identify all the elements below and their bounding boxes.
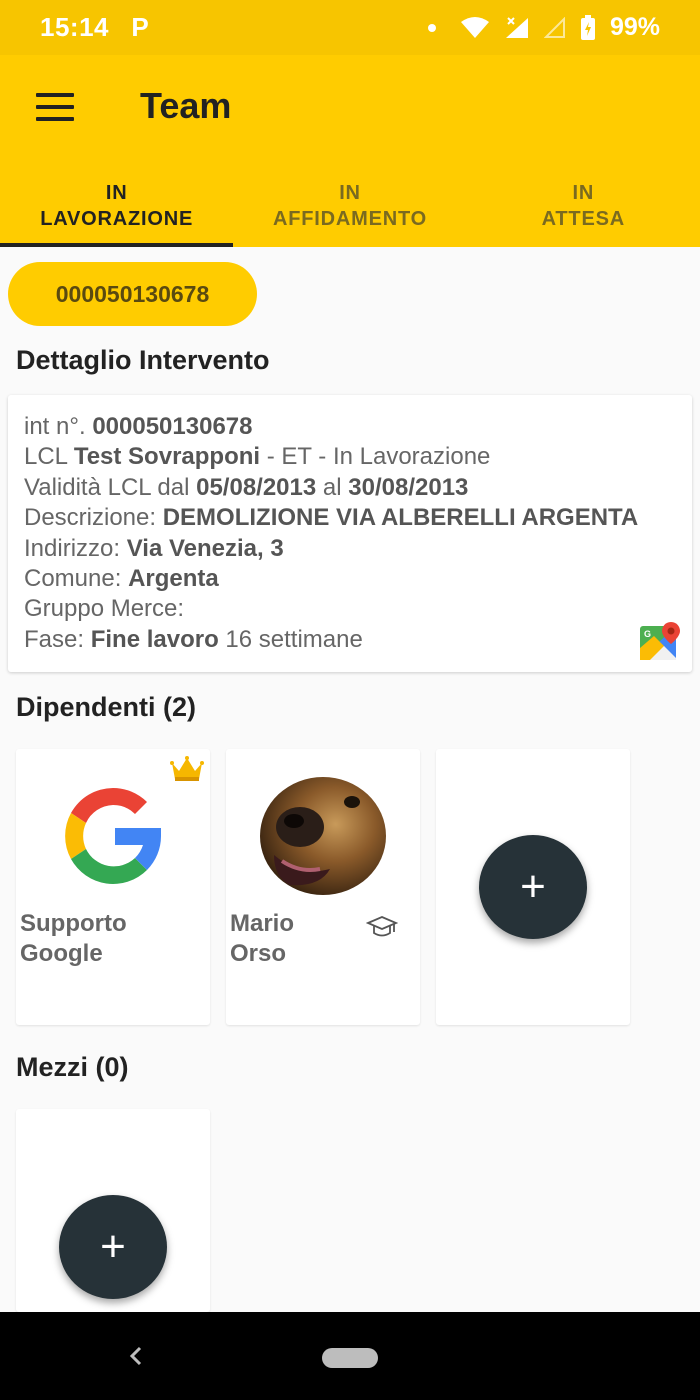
graduation-cap-icon — [366, 916, 398, 937]
fase-suffix: 16 settimane — [225, 625, 363, 653]
add-employee-button[interactable]: + — [479, 835, 587, 939]
validity-from: 05/08/2013 — [196, 473, 317, 501]
employee-card[interactable]: Mario Orso — [226, 749, 420, 1025]
signal-icon — [505, 16, 528, 38]
notification-dot-icon — [427, 23, 436, 32]
fase-label: Fase: — [24, 625, 85, 653]
parking-icon: P — [131, 12, 149, 42]
employee-name: Supporto Google — [20, 909, 160, 969]
validity-label: Validità LCL dal — [24, 473, 190, 501]
home-pill-button[interactable] — [322, 1348, 378, 1368]
employee-card[interactable]: Supporto Google — [16, 749, 210, 1025]
navigation-bar — [0, 1312, 700, 1400]
validity-to: 30/08/2013 — [348, 473, 469, 501]
detail-comune-line: Comune: Argenta — [24, 564, 676, 594]
menu-icon[interactable] — [36, 93, 74, 121]
detail-int-line: int n°. 000050130678 — [24, 412, 676, 442]
employee-last-name: Google — [20, 940, 103, 967]
svg-text:G: G — [644, 629, 651, 639]
fase-value: Fine lavoro — [90, 625, 219, 653]
tab-label-line2: ATTESA — [541, 208, 625, 230]
tab-bar: IN LAVORAZIONE IN AFFIDAMENTO IN ATTESA — [0, 175, 700, 247]
int-value: 000050130678 — [92, 413, 253, 440]
app-bar: Team IN LAVORAZIONE IN AFFIDAMENTO IN AT… — [0, 55, 700, 247]
battery-percentage: 99% — [609, 13, 660, 41]
employee-name: Mario Orso — [230, 909, 370, 969]
crown-icon — [170, 756, 204, 781]
employees-section-title: Dipendenti (2) — [16, 692, 196, 722]
detail-fase-line: Fase: Fine lavoro 16 settimane — [24, 625, 676, 655]
tab-label-line1: IN — [339, 182, 361, 204]
int-label: int n°. — [24, 413, 86, 440]
google-maps-icon[interactable]: G — [640, 622, 682, 662]
employee-first-name: Mario — [230, 910, 295, 937]
add-vehicle-button[interactable]: + — [59, 1195, 167, 1299]
status-icons: 99% — [427, 13, 660, 42]
detail-lcl-line: LCL Test Sovrapponi - ET - In Lavorazion… — [24, 442, 676, 472]
comune-label: Comune: — [24, 565, 122, 593]
add-employee-card: + — [436, 749, 630, 1025]
tab-in-affidamento[interactable]: IN AFFIDAMENTO — [233, 175, 466, 247]
descrizione-label: Descrizione: — [24, 504, 157, 532]
detail-descrizione-line: Descrizione: DEMOLIZIONE VIA ALBERELLI A… — [24, 503, 676, 533]
status-time: 15:14 — [40, 12, 109, 42]
battery-charging-icon — [580, 14, 595, 40]
indirizzo-label: Indirizzo: — [24, 534, 121, 562]
employee-last-name: Orso — [230, 940, 287, 967]
tab-label-line2: LAVORAZIONE — [40, 208, 194, 230]
back-icon[interactable] — [126, 1342, 146, 1370]
gruppo-label: Gruppo Merce: — [24, 595, 185, 623]
status-bar: 15:14 P 99% — [0, 0, 700, 55]
descrizione-value: DEMOLIZIONE VIA ALBERELLI ARGENTA — [162, 504, 639, 532]
lcl-label: LCL — [24, 443, 68, 471]
tab-label-line1: IN — [572, 182, 595, 204]
validity-al: al — [322, 473, 342, 501]
tab-label-line2: AFFIDAMENTO — [273, 208, 427, 230]
page-title: Team — [140, 85, 232, 126]
intervention-chip[interactable]: 000050130678 — [8, 262, 257, 326]
detail-section-title: Dettaglio Intervento — [16, 345, 270, 375]
detail-card: int n°. 000050130678 LCL Test Sovrapponi… — [8, 395, 692, 672]
add-vehicle-card: + — [16, 1109, 210, 1312]
bear-photo-avatar — [260, 777, 386, 895]
lcl-suffix: - ET - In Lavorazione — [266, 443, 491, 471]
employee-first-name: Supporto — [20, 910, 127, 937]
detail-indirizzo-line: Indirizzo: Via Venezia, 3 — [24, 534, 676, 564]
comune-value: Argenta — [128, 565, 219, 593]
google-logo-avatar — [65, 787, 162, 884]
tab-in-lavorazione[interactable]: IN LAVORAZIONE — [0, 175, 234, 247]
tab-label-line1: IN — [105, 182, 128, 204]
wifi-icon — [460, 16, 489, 38]
vehicles-section-title: Mezzi (0) — [16, 1052, 129, 1082]
detail-validity-line: Validità LCL dal 05/08/2013 al 30/08/201… — [24, 473, 676, 503]
lcl-value: Test Sovrapponi — [73, 443, 261, 471]
signal-empty-icon — [543, 16, 565, 38]
detail-gruppo-line: Gruppo Merce: — [24, 594, 676, 624]
tab-in-attesa[interactable]: IN ATTESA — [467, 175, 700, 247]
indirizzo-value: Via Venezia, 3 — [126, 534, 284, 562]
